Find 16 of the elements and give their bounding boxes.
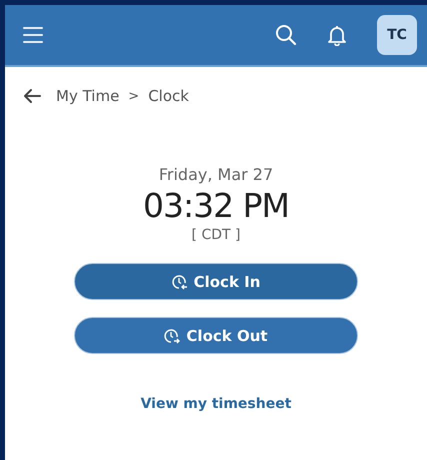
- search-icon[interactable]: [275, 24, 297, 46]
- clock-in-icon: [172, 274, 188, 290]
- breadcrumb-current: Clock: [148, 87, 189, 105]
- clock-out-icon: [164, 328, 180, 344]
- current-time: 03:32 PM: [143, 186, 289, 225]
- timezone-label: [ CDT ]: [192, 227, 240, 243]
- timesheet-link[interactable]: View my timesheet: [140, 396, 292, 412]
- menu-icon[interactable]: [23, 26, 43, 44]
- clock-out-button[interactable]: Clock Out: [74, 317, 358, 354]
- breadcrumb-separator: >: [128, 88, 140, 104]
- user-avatar[interactable]: TC: [377, 15, 417, 55]
- back-arrow-icon[interactable]: [23, 88, 41, 104]
- clock-in-button[interactable]: Clock In: [74, 263, 358, 300]
- bell-icon[interactable]: [327, 24, 347, 46]
- current-date: Friday, Mar 27: [158, 165, 274, 184]
- breadcrumb-link[interactable]: My Time: [56, 87, 120, 105]
